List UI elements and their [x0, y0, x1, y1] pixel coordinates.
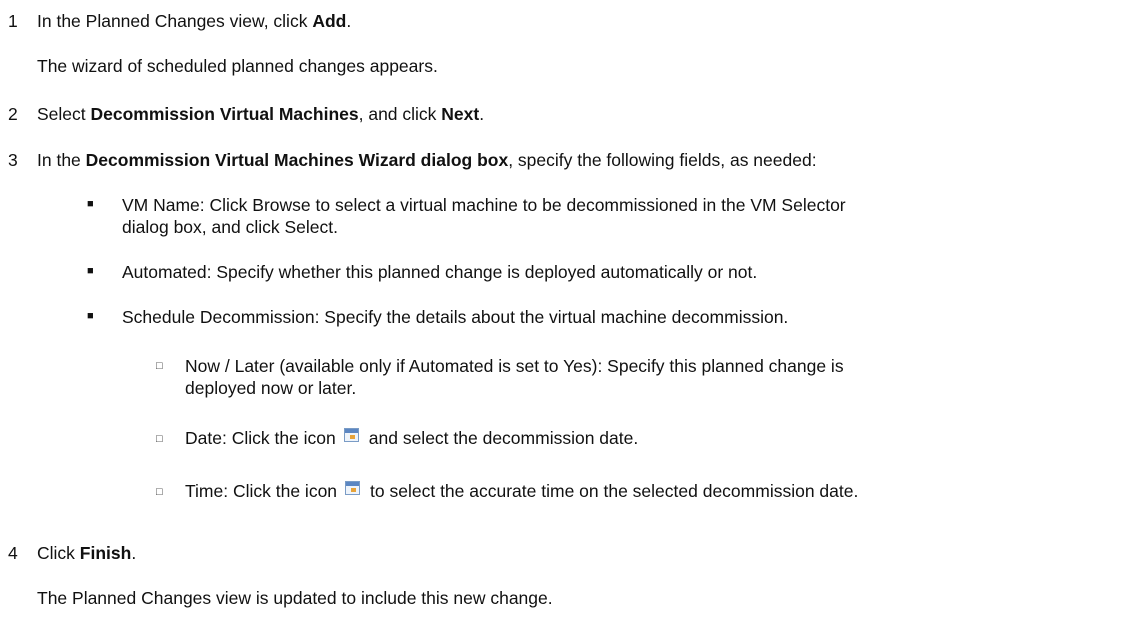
step-2-text: Select Decommission Virtual Machines, an…: [37, 104, 485, 124]
step-1-text: In the Planned Changes view, click Add.: [37, 11, 352, 31]
time-item: Time: Click the icon to select the accura…: [185, 481, 859, 501]
subbullet-icon: □: [156, 486, 163, 498]
finish-term: Finish: [79, 543, 132, 563]
next-term: Next: [441, 104, 480, 124]
subbullet-icon: □: [156, 360, 163, 372]
add-term: Add: [312, 11, 347, 31]
date-item: Date: Click the icon and select the decom…: [185, 428, 639, 448]
step-4-text: Click Finish.: [37, 543, 137, 563]
step-3-text: In the Decommission Virtual Machines Wiz…: [37, 150, 817, 170]
schedule-decommission-item: Schedule Decommission: Specify the detai…: [122, 307, 789, 327]
step-1-number: 1: [8, 11, 18, 31]
step-4-number: 4: [8, 543, 18, 563]
calendar-icon: [345, 481, 361, 495]
automated-item: Automated: Specify whether this planned …: [122, 262, 758, 282]
bullet-icon: ■: [87, 310, 94, 322]
step-1-note: The wizard of scheduled planned changes …: [37, 56, 438, 76]
step-2-number: 2: [8, 104, 18, 124]
bullet-icon: ■: [87, 198, 94, 210]
vm-name-item: VM Name: Click Browse to select a virtua…: [122, 195, 846, 237]
step-3-number: 3: [8, 150, 18, 170]
bullet-icon: ■: [87, 265, 94, 277]
subbullet-icon: □: [156, 433, 163, 445]
wizard-dialog-term: Decommission Virtual Machines Wizard dia…: [85, 150, 509, 170]
step-4-note: The Planned Changes view is updated to i…: [37, 588, 553, 608]
decommission-vm-term: Decommission Virtual Machines: [90, 104, 359, 124]
calendar-icon: [343, 428, 359, 442]
now-later-item: Now / Later (available only if Automated…: [185, 356, 844, 398]
